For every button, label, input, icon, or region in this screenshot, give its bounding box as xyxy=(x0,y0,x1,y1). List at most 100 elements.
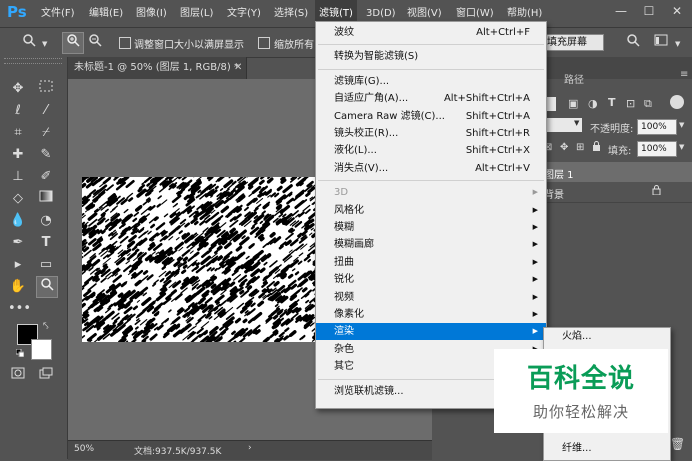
layer-row-selected[interactable]: 图层 1 xyxy=(540,162,692,182)
swap-colors-icon[interactable]: ⤣ xyxy=(43,321,49,332)
watermark-subtitle: 助你轻松解决 xyxy=(494,401,668,422)
submenu-arrow-icon: ▶ xyxy=(533,323,538,340)
filter-menu-item[interactable]: 滤镜库(G)... xyxy=(316,73,546,90)
menu-separator xyxy=(318,44,544,45)
filter-shape-icon[interactable]: ⊡ xyxy=(626,97,635,110)
blur-tool-icon[interactable]: 💧 xyxy=(8,211,28,231)
opacity-input[interactable]: 100% xyxy=(637,119,677,135)
fill-screen-button[interactable]: 填充屏幕 xyxy=(543,34,604,51)
zoom-in-icon[interactable] xyxy=(62,32,84,54)
quick-mask-icon[interactable] xyxy=(8,366,28,386)
menu-edit[interactable]: 编辑(E) xyxy=(85,0,127,27)
path-selection-icon[interactable]: ▸ xyxy=(8,255,28,275)
eraser-icon[interactable]: ◇ xyxy=(8,189,28,209)
magic-wand-icon[interactable]: ⁄ xyxy=(36,101,56,121)
filter-menu-item[interactable]: 转换为智能滤镜(S) xyxy=(316,48,546,65)
submenu-item-flame[interactable]: 火焰... xyxy=(544,328,692,345)
filter-menu-item[interactable]: 风格化▶ xyxy=(316,202,546,219)
healing-brush-icon[interactable]: ✚ xyxy=(8,145,28,165)
background-color-swatch[interactable] xyxy=(31,339,52,360)
status-arrow-icon[interactable]: › xyxy=(248,443,252,453)
filter-smart-icon[interactable]: ⧉ xyxy=(644,97,652,111)
zoom-out-icon[interactable] xyxy=(84,32,106,54)
pen-tool-icon[interactable]: ✒ xyxy=(8,233,28,253)
filter-pixel-icon[interactable]: ▣ xyxy=(568,97,578,110)
history-brush-icon[interactable]: ✐ xyxy=(36,167,56,187)
filter-adjustment-icon[interactable]: ◑ xyxy=(588,97,598,110)
filter-menu-item[interactable]: 波纹Alt+Ctrl+F xyxy=(316,24,546,41)
rectangle-tool-icon[interactable]: ▭ xyxy=(36,255,56,275)
crop-tool-icon[interactable]: ⌗ xyxy=(8,123,28,143)
menu-separator xyxy=(318,69,544,70)
resize-windows-checkbox[interactable] xyxy=(119,37,131,49)
menu-item-label: 像素化 xyxy=(334,306,364,323)
filter-menu-item[interactable]: 锐化▶ xyxy=(316,271,546,288)
filter-menu-item[interactable]: 渲染▶ xyxy=(316,323,546,340)
menu-file[interactable]: 文件(F) xyxy=(37,0,79,27)
zoom-all-label: 缩放所有 xyxy=(274,36,314,51)
zoom-all-checkbox[interactable] xyxy=(258,37,270,49)
maximize-button[interactable]: ☐ xyxy=(636,0,662,23)
workspace-icon[interactable] xyxy=(650,32,672,54)
close-button[interactable]: ✕ xyxy=(664,0,690,23)
menu-layer[interactable]: 图层(L) xyxy=(176,0,217,27)
lock-artboard-icon[interactable]: ⊞ xyxy=(576,142,584,153)
lock-position-icon[interactable]: ✥ xyxy=(560,142,568,153)
filter-menu-item[interactable]: 镜头校正(R)...Shift+Ctrl+R xyxy=(316,125,546,142)
noise-texture xyxy=(82,177,315,342)
menu-image[interactable]: 图像(I) xyxy=(132,0,171,27)
menu-type[interactable]: 文字(Y) xyxy=(223,0,265,27)
filter-menu-item[interactable]: 消失点(V)...Alt+Ctrl+V xyxy=(316,160,546,177)
filter-type-icon[interactable]: T xyxy=(608,96,616,109)
zoom-tool-icon[interactable] xyxy=(18,32,40,54)
document-tab[interactable]: 未标题-1 @ 50% (图层 1, RGB/8) * ✕ xyxy=(68,57,247,79)
workspace-arrow-icon[interactable]: ▼ xyxy=(675,40,680,48)
opacity-arrow-icon[interactable]: ▼ xyxy=(679,121,684,129)
move-tool-icon[interactable]: ✥ xyxy=(8,79,28,99)
more-tools-icon[interactable]: ••• xyxy=(8,299,28,319)
zoom-tool-active-icon[interactable] xyxy=(36,276,58,298)
gradient-tool-icon[interactable] xyxy=(36,189,56,209)
zoom-level[interactable]: 50% xyxy=(74,444,94,454)
minimize-button[interactable]: — xyxy=(608,0,634,23)
blend-arrow-icon: ▼ xyxy=(574,119,579,127)
filter-menu-item[interactable]: 模糊画廊▶ xyxy=(316,236,546,253)
lock-all-icon[interactable] xyxy=(592,141,601,151)
search-icon[interactable] xyxy=(622,32,644,54)
filter-menu-item[interactable]: 液化(L)...Shift+Ctrl+X xyxy=(316,142,546,159)
tab-paths[interactable]: 路径 xyxy=(564,71,584,86)
filter-menu-item[interactable]: 模糊▶ xyxy=(316,219,546,236)
tool-preset-arrow-icon[interactable]: ▼ xyxy=(42,40,47,48)
fill-input[interactable]: 100% xyxy=(637,141,677,157)
default-colors-icon[interactable] xyxy=(16,349,24,357)
filter-menu-item[interactable]: 像素化▶ xyxy=(316,306,546,323)
submenu-arrow-icon: ▶ xyxy=(533,202,538,219)
hand-tool-icon[interactable]: ✋ xyxy=(8,277,28,297)
menu-select[interactable]: 选择(S) xyxy=(270,0,312,27)
filter-menu-item[interactable]: 自适应广角(A)...Alt+Shift+Ctrl+A xyxy=(316,90,546,107)
document-canvas[interactable] xyxy=(82,177,315,342)
watermark-title: 百科全说 xyxy=(494,358,668,395)
dodge-tool-icon[interactable]: ◔ xyxy=(36,211,56,231)
clone-stamp-icon[interactable]: ⊥ xyxy=(8,167,28,187)
lasso-tool-icon[interactable]: ℓ xyxy=(8,101,28,121)
submenu-item-fibers[interactable]: 纤维... xyxy=(544,440,692,457)
menu-item-label: 消失点(V)... xyxy=(334,160,388,177)
marquee-tool-icon[interactable] xyxy=(36,79,56,99)
close-tab-icon[interactable]: ✕ xyxy=(234,62,242,73)
menu-item-label: 锐化 xyxy=(334,271,354,288)
watermark-logo: 百科全说 助你轻松解决 xyxy=(494,349,668,433)
eyedropper-icon[interactable]: ⌿ xyxy=(36,123,56,143)
resize-windows-label: 调整窗口大小以满屏显示 xyxy=(134,36,244,51)
type-tool-icon[interactable]: T xyxy=(36,233,56,253)
screen-mode-icon[interactable] xyxy=(36,366,56,386)
filter-menu-item[interactable]: 扭曲▶ xyxy=(316,254,546,271)
toolbox-grip[interactable] xyxy=(4,58,62,64)
filter-menu-item[interactable]: 视频▶ xyxy=(316,289,546,306)
filter-toggle[interactable] xyxy=(670,95,684,109)
fill-arrow-icon[interactable]: ▼ xyxy=(679,143,684,151)
layer-row[interactable]: 背景 xyxy=(540,182,692,203)
panel-menu-icon[interactable]: ≡ xyxy=(680,69,688,80)
brush-tool-icon[interactable]: ✎ xyxy=(36,145,56,165)
filter-menu-item[interactable]: Camera Raw 滤镜(C)...Shift+Ctrl+A xyxy=(316,108,546,125)
